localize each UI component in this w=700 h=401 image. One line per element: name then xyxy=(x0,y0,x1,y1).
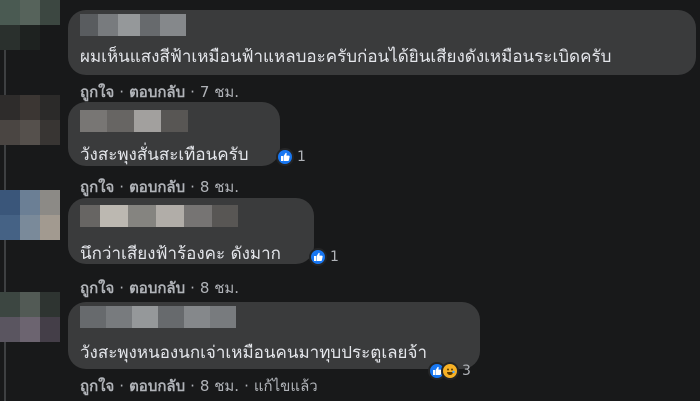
separator: · xyxy=(190,83,195,101)
comment-text: ผมเห็นแสงสีฟ้าเหมือนฟ้าแหลบอะครับก่อนได้… xyxy=(80,47,612,67)
timestamp[interactable]: 7 ชม. xyxy=(200,82,239,102)
comment-text: วังสะพุงหนองนกเจ่าเหมือนคนมาทุบประตูเลยจ… xyxy=(80,343,428,363)
reaction-count: 1 xyxy=(297,149,306,165)
comment-actions: ถูกใจ · ตอบกลับ · 8 ชม. · แก้ไขแล้ว xyxy=(80,376,318,396)
reaction-count: 1 xyxy=(330,249,339,265)
separator: · xyxy=(190,279,195,297)
commenter-name-blurred[interactable] xyxy=(80,110,188,132)
reply-button[interactable]: ตอบกลับ xyxy=(129,177,185,197)
comment-actions: ถูกใจ · ตอบกลับ · 8 ชม. xyxy=(80,177,239,197)
reaction-summary[interactable]: 1 xyxy=(276,147,306,167)
avatar[interactable] xyxy=(0,190,60,240)
haha-icon xyxy=(441,362,459,380)
separator: · xyxy=(119,83,125,101)
like-button[interactable]: ถูกใจ xyxy=(80,376,114,396)
like-icon xyxy=(276,148,294,166)
separator: · xyxy=(119,377,125,395)
like-button[interactable]: ถูกใจ xyxy=(80,177,114,197)
like-button[interactable]: ถูกใจ xyxy=(80,278,114,298)
reaction-summary[interactable]: 1 xyxy=(309,247,339,267)
separator: · xyxy=(190,178,195,196)
like-button[interactable]: ถูกใจ xyxy=(80,82,114,102)
reaction-count: 3 xyxy=(462,363,471,379)
timestamp[interactable]: 8 ชม. xyxy=(200,278,239,298)
reply-button[interactable]: ตอบกลับ xyxy=(129,278,185,298)
avatar[interactable] xyxy=(0,292,60,342)
separator: · xyxy=(119,178,125,196)
comment-actions: ถูกใจ · ตอบกลับ · 7 ชม. xyxy=(80,82,239,102)
comment-text: วังสะพุงสั่นสะเทือนครับ xyxy=(80,145,249,165)
like-icon xyxy=(309,248,327,266)
separator: · xyxy=(119,279,125,297)
reply-button[interactable]: ตอบกลับ xyxy=(129,82,185,102)
timestamp[interactable]: 8 ชม. xyxy=(200,376,239,396)
reaction-summary[interactable]: 3 xyxy=(428,361,471,381)
comment-actions: ถูกใจ · ตอบกลับ · 8 ชม. xyxy=(80,278,239,298)
timestamp[interactable]: 8 ชม. xyxy=(200,177,239,197)
separator: · xyxy=(190,377,195,395)
avatar[interactable] xyxy=(0,95,60,145)
separator: · xyxy=(244,377,249,395)
reply-button[interactable]: ตอบกลับ xyxy=(129,376,185,396)
comment-text: นึกว่าเสียงฟ้าร้องคะ ดังมาก xyxy=(80,244,281,264)
commenter-name-blurred[interactable] xyxy=(80,14,186,36)
commenter-name-blurred[interactable] xyxy=(80,205,238,227)
commenter-name-blurred[interactable] xyxy=(80,306,236,328)
edited-label[interactable]: แก้ไขแล้ว xyxy=(254,376,318,396)
avatar[interactable] xyxy=(0,0,60,50)
